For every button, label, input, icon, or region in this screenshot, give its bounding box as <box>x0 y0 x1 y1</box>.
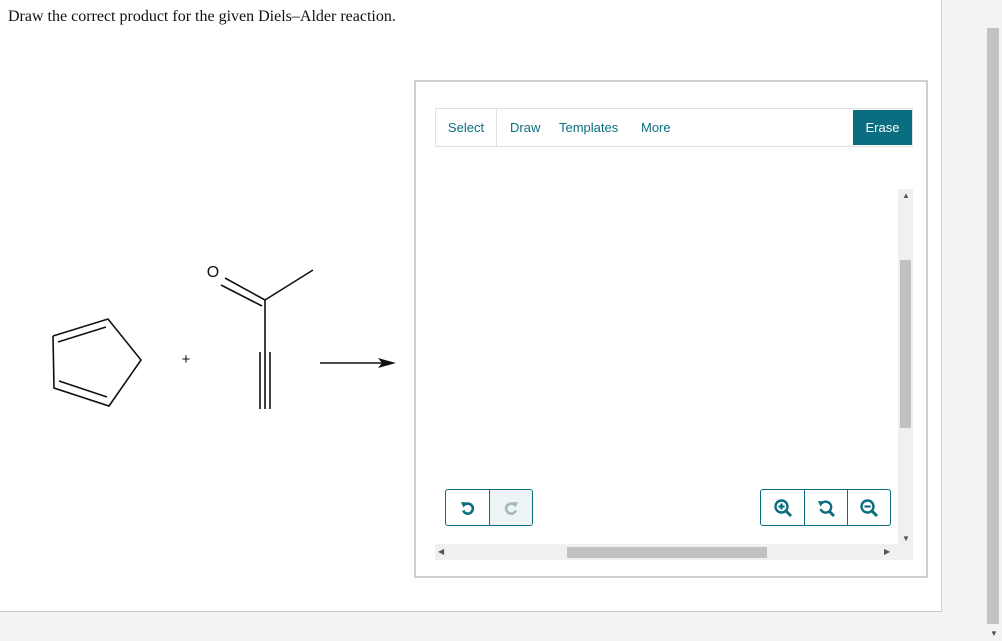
horizontal-scroll-thumb[interactable] <box>567 547 767 558</box>
zoom-controls <box>760 489 891 526</box>
erase-button[interactable]: Erase <box>853 110 912 145</box>
zoom-reset-icon <box>818 499 836 517</box>
page-scrollbar[interactable]: ▼ <box>985 0 1002 641</box>
reaction-arrow <box>320 358 396 368</box>
history-controls <box>445 489 533 526</box>
cyclopentadiene-structure <box>52 318 142 407</box>
zoom-out-button[interactable] <box>847 490 890 525</box>
oxygen-label: O <box>207 264 219 281</box>
undo-button[interactable] <box>446 490 489 525</box>
editor-toolbar: Select Draw Templates More Erase <box>435 108 913 147</box>
menu-templates[interactable]: Templates <box>559 109 618 146</box>
structure-editor[interactable]: Select Draw Templates More Erase ▲ ▼ ◀ ▶ <box>414 80 928 578</box>
but-3-yn-2-one-structure <box>220 269 314 409</box>
scroll-right-icon[interactable]: ▶ <box>884 548 890 556</box>
plus-sign: + <box>182 351 191 368</box>
page-scroll-down-icon[interactable]: ▼ <box>990 630 998 638</box>
zoom-reset-button[interactable] <box>804 490 847 525</box>
redo-button[interactable] <box>489 490 532 525</box>
zoom-in-icon <box>773 498 792 517</box>
page-scroll-thumb[interactable] <box>987 28 999 624</box>
horizontal-scrollbar[interactable]: ◀ ▶ <box>435 544 913 560</box>
scroll-down-icon[interactable]: ▼ <box>902 535 910 543</box>
zoom-out-icon <box>860 498 879 517</box>
tab-select[interactable]: Select <box>436 109 497 146</box>
scroll-up-icon[interactable]: ▲ <box>902 192 910 200</box>
vertical-scrollbar[interactable]: ▲ ▼ <box>898 189 913 560</box>
vertical-scroll-thumb[interactable] <box>900 260 911 428</box>
scroll-left-icon[interactable]: ◀ <box>438 548 444 556</box>
redo-icon <box>504 501 518 515</box>
undo-icon <box>460 501 474 515</box>
zoom-in-button[interactable] <box>761 490 804 525</box>
menu-more[interactable]: More <box>641 109 671 146</box>
menu-draw[interactable]: Draw <box>510 109 540 146</box>
question-page: Draw the correct product for the given D… <box>0 0 942 612</box>
reaction-scheme: + O <box>52 264 396 409</box>
